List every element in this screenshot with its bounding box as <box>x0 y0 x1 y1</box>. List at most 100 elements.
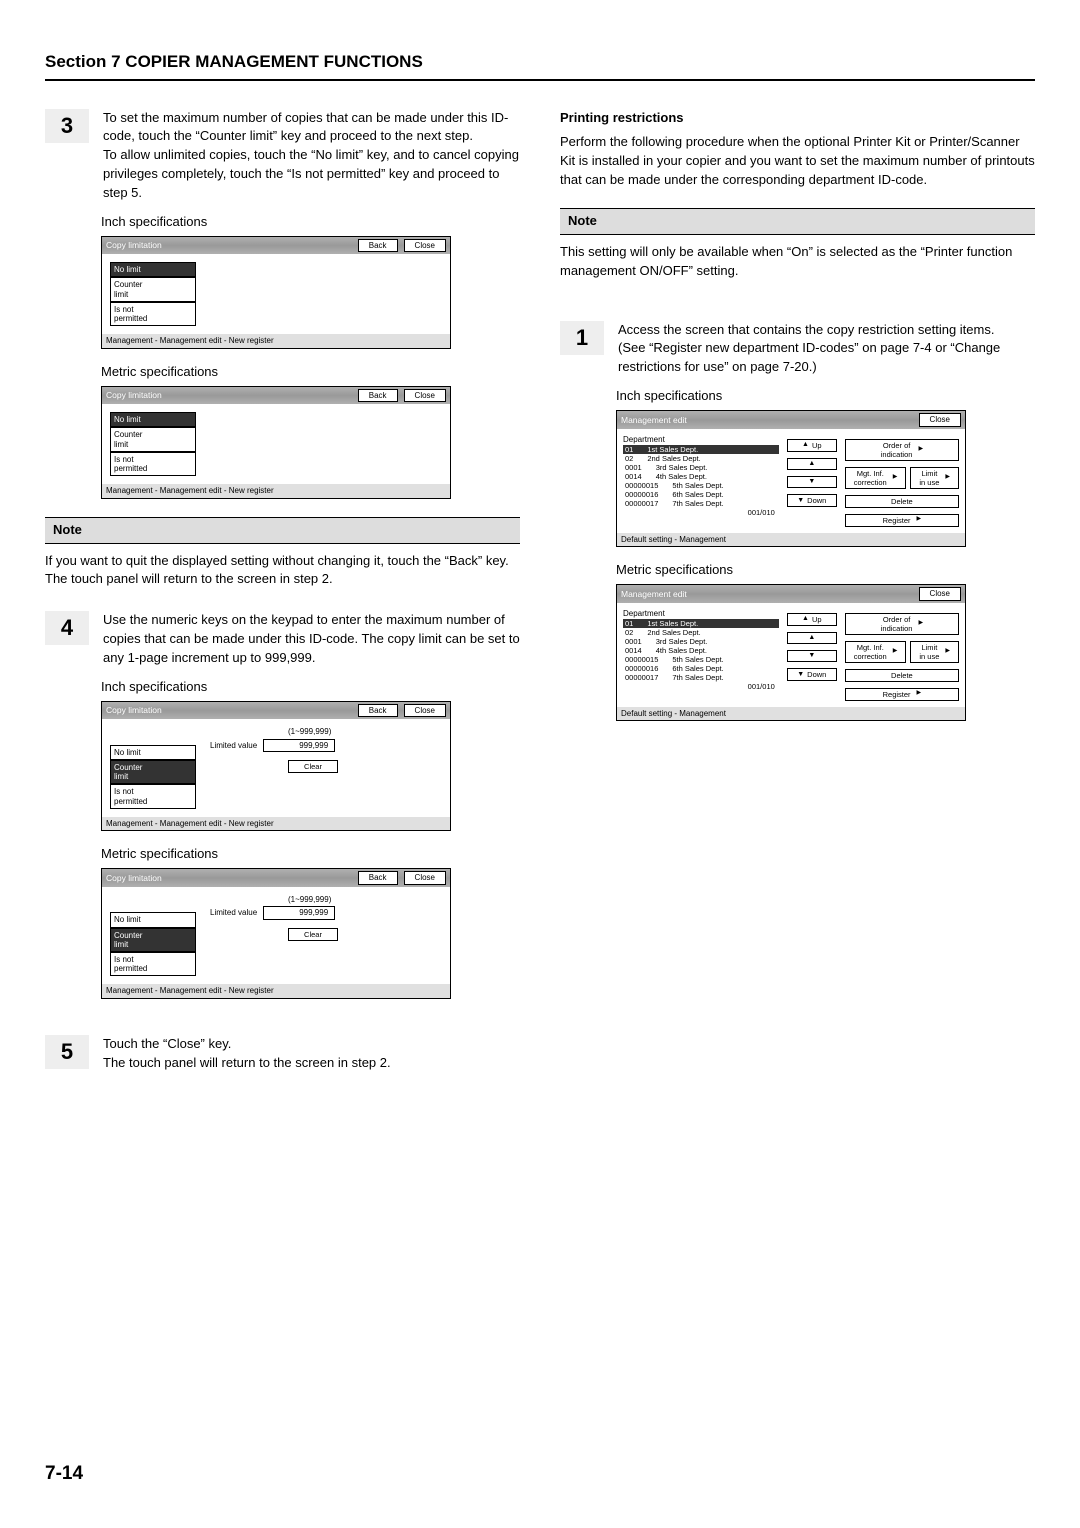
scroll-up-button[interactable]: ▲ <box>787 632 837 644</box>
table-row[interactable]: 000000166th Sales Dept. <box>623 664 779 673</box>
table-row[interactable]: 00013rd Sales Dept. <box>623 463 779 472</box>
panel-breadcrumb: Management - Management edit - New regis… <box>102 484 450 498</box>
down-triangle-icon: ▼ <box>797 671 804 679</box>
note-heading: Note <box>45 517 520 544</box>
option-list: No limit Counter limit Is not permitted <box>110 262 196 326</box>
close-button[interactable]: Close <box>919 587 961 601</box>
order-indication-button[interactable]: Order of indication <box>845 439 959 461</box>
table-row[interactable]: 000000177th Sales Dept. <box>623 673 779 682</box>
limited-value-input[interactable]: 999,999 <box>263 906 335 920</box>
step-text: Use the numeric keys on the keypad to en… <box>103 611 520 668</box>
not-permitted-option[interactable]: Is not permitted <box>110 952 196 976</box>
mgt-inf-correction-button[interactable]: Mgt. Inf. correction <box>845 641 907 663</box>
register-button[interactable]: Register <box>845 688 959 701</box>
delete-button[interactable]: Delete <box>845 669 959 682</box>
step-number: 1 <box>560 321 604 355</box>
counter-limit-option[interactable]: Counter limit <box>110 760 196 784</box>
down-button[interactable]: ▼Down <box>787 494 837 507</box>
metric-spec-label: Metric specifications <box>101 363 520 382</box>
counter-limit-option[interactable]: Counter limit <box>110 928 196 952</box>
panel-breadcrumb: Management - Management edit - New regis… <box>102 984 450 998</box>
delete-button[interactable]: Delete <box>845 495 959 508</box>
table-row[interactable]: 00144th Sales Dept. <box>623 472 779 481</box>
table-row[interactable]: 000000166th Sales Dept. <box>623 490 779 499</box>
printing-restrictions-intro: Perform the following procedure when the… <box>560 133 1035 190</box>
copy-limitation-panel-inch-2: Copy limitation Back Close (1~999,999) N… <box>101 701 451 832</box>
panel-breadcrumb: Default setting - Management <box>617 533 965 547</box>
department-heading: Department <box>623 435 779 445</box>
not-permitted-option[interactable]: Is not permitted <box>110 302 196 326</box>
section-header: Section 7 COPIER MANAGEMENT FUNCTIONS <box>45 50 1035 81</box>
note-text: If you want to quit the displayed settin… <box>45 552 520 590</box>
panel-header: Copy limitation Back Close <box>102 387 450 405</box>
close-button[interactable]: Close <box>919 413 961 427</box>
back-button[interactable]: Back <box>358 871 398 885</box>
step-number: 5 <box>45 1035 89 1069</box>
limited-value-input[interactable]: 999,999 <box>263 739 335 753</box>
department-heading: Department <box>623 609 779 619</box>
back-button[interactable]: Back <box>358 389 398 403</box>
table-row[interactable]: 00013rd Sales Dept. <box>623 637 779 646</box>
down-button[interactable]: ▼Down <box>787 668 837 681</box>
no-limit-option[interactable]: No limit <box>110 412 196 427</box>
note-heading: Note <box>560 208 1035 235</box>
table-row[interactable]: 011st Sales Dept. <box>623 445 779 454</box>
up-button[interactable]: ▲Up <box>787 613 837 626</box>
clear-button[interactable]: Clear <box>288 928 338 941</box>
panel-header: Management edit Close <box>617 585 965 603</box>
down-triangle-icon: ▼ <box>797 497 804 505</box>
close-button[interactable]: Close <box>404 239 446 253</box>
panel-title: Copy limitation <box>106 240 352 250</box>
no-limit-option[interactable]: No limit <box>110 745 196 760</box>
limit-in-use-button[interactable]: Limit in use <box>910 641 959 663</box>
printing-restrictions-heading: Printing restrictions <box>560 109 1035 128</box>
close-button[interactable]: Close <box>404 389 446 403</box>
scroll-down-button[interactable]: ▼ <box>787 476 837 488</box>
not-permitted-option[interactable]: Is not permitted <box>110 452 196 476</box>
right-column: Printing restrictions Perform the follow… <box>560 109 1035 1083</box>
up-button[interactable]: ▲Up <box>787 439 837 452</box>
department-list: Department 011st Sales Dept. 022nd Sales… <box>623 609 779 701</box>
mgt-inf-correction-button[interactable]: Mgt. Inf. correction <box>845 467 907 489</box>
counter-limit-option[interactable]: Counter limit <box>110 427 196 451</box>
step-5: 5 Touch the “Close” key. The touch panel… <box>45 1035 520 1073</box>
down-triangle-icon: ▼ <box>808 478 815 486</box>
metric-spec-label: Metric specifications <box>101 845 520 864</box>
back-button[interactable]: Back <box>358 239 398 253</box>
option-list: No limit Counter limit Is not permitted <box>110 745 196 809</box>
scroll-up-button[interactable]: ▲ <box>787 458 837 470</box>
table-row[interactable]: 022nd Sales Dept. <box>623 454 779 463</box>
copy-limitation-panel-metric-1: Copy limitation Back Close No limit Coun… <box>101 386 451 499</box>
register-button[interactable]: Register <box>845 514 959 527</box>
panel-title: Management edit <box>621 589 913 599</box>
table-row[interactable]: 000000155th Sales Dept. <box>623 655 779 664</box>
panel-header: Copy limitation Back Close <box>102 702 450 720</box>
table-row[interactable]: 011st Sales Dept. <box>623 619 779 628</box>
panel-title: Copy limitation <box>106 705 352 715</box>
up-triangle-icon: ▲ <box>808 460 815 468</box>
page-counter: 001/010 <box>623 508 779 519</box>
close-button[interactable]: Close <box>404 871 446 885</box>
clear-button[interactable]: Clear <box>288 760 338 773</box>
step-1: 1 Access the screen that contains the co… <box>560 321 1035 378</box>
counter-limit-option[interactable]: Counter limit <box>110 277 196 301</box>
department-list: Department 011st Sales Dept. 022nd Sales… <box>623 435 779 527</box>
close-button[interactable]: Close <box>404 704 446 718</box>
panel-title: Management edit <box>621 415 913 425</box>
order-indication-button[interactable]: Order of indication <box>845 613 959 635</box>
step-text: Touch the “Close” key. The touch panel w… <box>103 1035 520 1073</box>
limit-in-use-button[interactable]: Limit in use <box>910 467 959 489</box>
no-limit-option[interactable]: No limit <box>110 912 196 927</box>
panel-title: Copy limitation <box>106 873 352 883</box>
scroll-down-button[interactable]: ▼ <box>787 650 837 662</box>
panel-header: Copy limitation Back Close <box>102 869 450 887</box>
management-edit-panel-metric: Management edit Close Department 011st S… <box>616 584 966 721</box>
table-row[interactable]: 000000177th Sales Dept. <box>623 499 779 508</box>
not-permitted-option[interactable]: Is not permitted <box>110 784 196 808</box>
table-row[interactable]: 00144th Sales Dept. <box>623 646 779 655</box>
table-row[interactable]: 000000155th Sales Dept. <box>623 481 779 490</box>
step-3: 3 To set the maximum number of copies th… <box>45 109 520 203</box>
no-limit-option[interactable]: No limit <box>110 262 196 277</box>
back-button[interactable]: Back <box>358 704 398 718</box>
table-row[interactable]: 022nd Sales Dept. <box>623 628 779 637</box>
